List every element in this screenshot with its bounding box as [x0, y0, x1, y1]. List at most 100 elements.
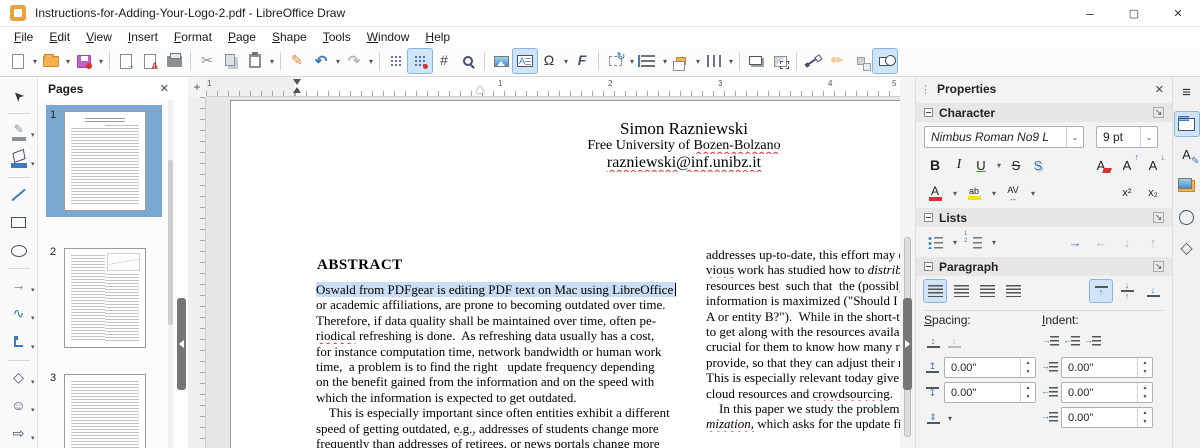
strikethrough-button[interactable]: [1007, 154, 1025, 176]
font-color-button[interactable]: [924, 182, 946, 204]
tab-navigator[interactable]: [1175, 205, 1199, 229]
block-arrows-tool[interactable]: ▾: [3, 422, 35, 446]
arrange-dropdown[interactable]: ▾: [694, 57, 702, 66]
selected-text-line[interactable]: Oswald from PDFgear is editing PDF text …: [316, 282, 694, 298]
pages-panel-splitter[interactable]: [177, 298, 186, 390]
shadow-button[interactable]: [744, 49, 768, 73]
highlight-dropdown[interactable]: ▾: [990, 189, 998, 198]
spinner-buttons[interactable]: ▲ ▼: [1020, 358, 1035, 377]
underline-button[interactable]: [972, 154, 990, 176]
undo-button[interactable]: [309, 49, 333, 73]
unordered-list-dropdown[interactable]: ▾: [951, 238, 959, 247]
line-spacing-button[interactable]: ⇕: [924, 407, 942, 429]
below-paragraph-spacing-field[interactable]: 0.00" ▲ ▼: [944, 382, 1036, 403]
gluepoints-button[interactable]: [825, 49, 849, 73]
sidebar-splitter[interactable]: [903, 298, 912, 390]
move-up-button[interactable]: ↑: [1142, 231, 1164, 253]
horizontal-ruler[interactable]: 1 1 2 3 4 5: [206, 77, 900, 97]
ordered-list-dropdown[interactable]: ▾: [990, 238, 998, 247]
special-character-dropdown[interactable]: ▾: [562, 57, 570, 66]
collapse-icon[interactable]: [924, 262, 933, 271]
special-character-button[interactable]: [537, 49, 561, 73]
align-bottom-button[interactable]: ↓: [1142, 280, 1164, 302]
print-button[interactable]: [162, 49, 186, 73]
move-down-button[interactable]: ↓: [1116, 231, 1138, 253]
switch-indent-button[interactable]: [1084, 331, 1102, 353]
panel-grip-icon[interactable]: ⋮: [920, 83, 932, 96]
lists-dialog-launcher-icon[interactable]: ↘: [1153, 212, 1164, 223]
menu-file[interactable]: File: [6, 28, 41, 46]
menu-shape[interactable]: Shape: [264, 28, 315, 46]
increase-font-size-button[interactable]: [1116, 152, 1140, 176]
align-objects-button[interactable]: [636, 49, 660, 73]
arrange-button[interactable]: [669, 49, 693, 73]
pages-panel-scrollbar[interactable]: [168, 100, 173, 448]
collapse-icon[interactable]: [924, 108, 933, 117]
display-grid-button[interactable]: [384, 49, 408, 73]
rotate-button[interactable]: [603, 49, 627, 73]
increase-indent-button[interactable]: [1042, 331, 1060, 353]
font-size-dropdown-icon[interactable]: ⌄: [1140, 127, 1157, 147]
lists-section-header[interactable]: Lists ↘: [916, 208, 1172, 227]
line-color-dropdown[interactable]: ▾: [31, 131, 35, 139]
character-spacing-button[interactable]: [1002, 182, 1024, 204]
curves-and-polygons-tool[interactable]: ▾: [3, 302, 35, 326]
decrease-font-size-button[interactable]: [1142, 152, 1166, 176]
lines-and-arrows-tool[interactable]: ▾: [3, 274, 35, 298]
fill-color-tool[interactable]: ▾: [3, 147, 35, 171]
ordered-list-button[interactable]: [963, 231, 985, 253]
paste-button[interactable]: [243, 49, 267, 73]
font-name-dropdown-icon[interactable]: ⌄: [1066, 127, 1083, 147]
increase-paragraph-spacing-button[interactable]: ↕: [924, 331, 942, 353]
underline-dropdown[interactable]: ▾: [995, 161, 1003, 170]
paragraph-section-header[interactable]: Paragraph ↘: [916, 257, 1172, 276]
undo-dropdown[interactable]: ▾: [334, 57, 342, 66]
paste-dropdown[interactable]: ▾: [268, 57, 276, 66]
clone-formatting-button[interactable]: [285, 49, 309, 73]
font-name-combobox[interactable]: Nimbus Roman No9 L ⌄: [924, 126, 1084, 148]
first-line-indent-field[interactable]: 0.00" ▲ ▼: [1061, 407, 1153, 428]
paragraph-dialog-launcher-icon[interactable]: ↘: [1153, 261, 1164, 272]
decrease-paragraph-spacing-button[interactable]: ↕: [945, 331, 963, 353]
edit-points-button[interactable]: [801, 49, 825, 73]
superscript-button[interactable]: [1116, 182, 1138, 204]
insert-line-tool[interactable]: [3, 182, 35, 206]
align-top-button[interactable]: ↑: [1089, 279, 1113, 303]
save-dropdown[interactable]: ▾: [97, 57, 105, 66]
menu-help[interactable]: Help: [417, 28, 458, 46]
line-spacing-dropdown[interactable]: ▾: [946, 414, 954, 423]
align-dropdown[interactable]: ▾: [661, 57, 669, 66]
highlight-color-button[interactable]: [963, 182, 985, 204]
spinner-buttons[interactable]: ▲ ▼: [1020, 383, 1035, 402]
basic-shapes-tool[interactable]: ▾: [3, 365, 35, 389]
new-document-button[interactable]: [6, 49, 30, 73]
export-button[interactable]: [114, 49, 138, 73]
page-thumbnail-3[interactable]: 3: [46, 368, 162, 448]
menu-edit[interactable]: Edit: [41, 28, 78, 46]
connectors-tool[interactable]: ▾: [3, 330, 35, 354]
ellipse-tool[interactable]: [3, 239, 35, 263]
zoom-button[interactable]: [456, 49, 480, 73]
crop-image-button[interactable]: [768, 49, 792, 73]
page-thumbnail-1[interactable]: 1: [46, 105, 162, 217]
tab-properties[interactable]: [1173, 111, 1200, 137]
insert-text-box-button[interactable]: [512, 48, 538, 74]
redo-dropdown[interactable]: ▾: [367, 57, 375, 66]
rectangle-tool[interactable]: [3, 211, 35, 235]
select-tool[interactable]: [3, 84, 35, 108]
fontwork-button[interactable]: [570, 49, 594, 73]
sidebar-menu-button[interactable]: [1175, 81, 1199, 105]
save-button[interactable]: [72, 49, 96, 73]
distribute-dropdown[interactable]: ▾: [727, 57, 735, 66]
clear-formatting-button[interactable]: [1090, 154, 1112, 176]
menu-tools[interactable]: Tools: [315, 28, 359, 46]
font-color-dropdown[interactable]: ▾: [951, 189, 959, 198]
character-section-header[interactable]: Character ↘: [916, 103, 1172, 122]
menu-page[interactable]: Page: [220, 28, 264, 46]
curves-dropdown[interactable]: ▾: [31, 314, 35, 322]
menu-insert[interactable]: Insert: [120, 28, 166, 46]
cut-button[interactable]: [195, 49, 219, 73]
before-text-indent-field[interactable]: 0.00" ▲ ▼: [1061, 357, 1153, 378]
menu-window[interactable]: Window: [359, 28, 418, 46]
open-button[interactable]: [39, 49, 63, 73]
